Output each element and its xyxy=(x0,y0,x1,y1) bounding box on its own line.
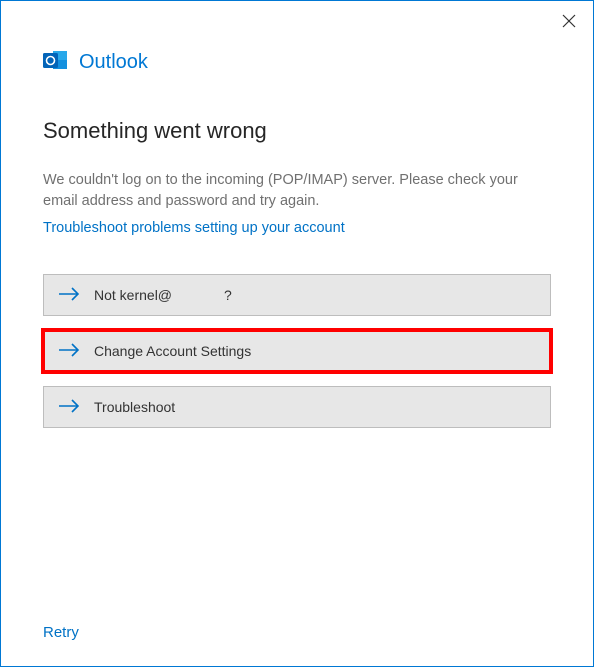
change-settings-label: Change Account Settings xyxy=(94,343,251,359)
dialog-footer: Retry xyxy=(43,604,551,642)
outlook-icon xyxy=(43,47,69,78)
arrow-right-icon xyxy=(58,287,80,304)
brand-name: Outlook xyxy=(79,51,148,74)
change-account-settings-button[interactable]: Change Account Settings xyxy=(43,330,551,372)
troubleshoot-label: Troubleshoot xyxy=(94,399,175,415)
email-prefix: Not kernel@ xyxy=(94,287,172,303)
email-suffix: ? xyxy=(224,287,232,303)
options-list: Not kernel@ ? Change Account Settings xyxy=(43,274,551,428)
troubleshoot-help-link[interactable]: Troubleshoot problems setting up your ac… xyxy=(43,220,551,236)
close-icon xyxy=(562,14,576,28)
error-heading: Something went wrong xyxy=(43,118,551,144)
obscured-domain xyxy=(172,288,224,302)
not-account-label: Not kernel@ ? xyxy=(94,287,232,303)
brand-header: Outlook xyxy=(43,47,551,78)
retry-link[interactable]: Retry xyxy=(43,624,79,641)
arrow-right-icon xyxy=(58,399,80,416)
dialog-content: Outlook Something went wrong We couldn't… xyxy=(1,1,593,666)
troubleshoot-button[interactable]: Troubleshoot xyxy=(43,386,551,428)
arrow-right-icon xyxy=(58,343,80,360)
close-button[interactable] xyxy=(559,11,579,31)
not-account-button[interactable]: Not kernel@ ? xyxy=(43,274,551,316)
outlook-setup-dialog: Outlook Something went wrong We couldn't… xyxy=(0,0,594,667)
error-description: We couldn't log on to the incoming (POP/… xyxy=(43,170,551,212)
